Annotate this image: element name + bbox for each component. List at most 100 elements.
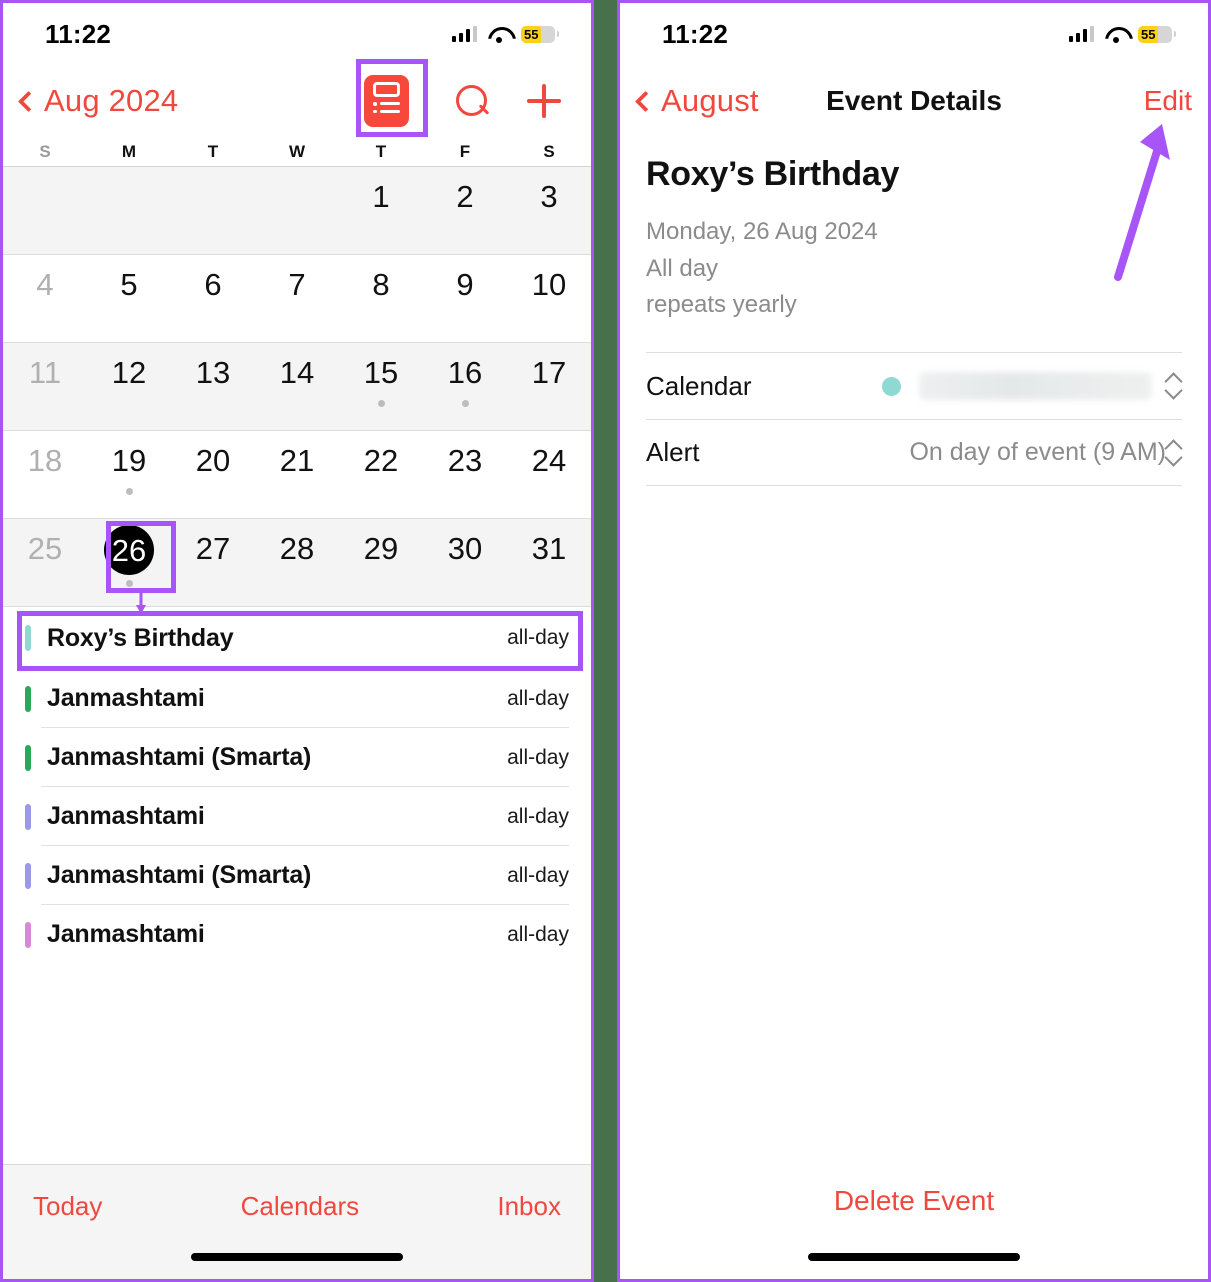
calendar-day-12[interactable]: 12 — [87, 343, 171, 431]
calendar-day-29[interactable]: 29 — [339, 519, 423, 607]
day-number: 31 — [531, 531, 567, 566]
calendar-day-4[interactable]: 4 — [3, 255, 87, 343]
calendar-day-11[interactable]: 11 — [3, 343, 87, 431]
calendar-day-27[interactable]: 27 — [171, 519, 255, 607]
back-to-month-button[interactable]: Aug 2024 — [15, 83, 178, 119]
day-number: 18 — [27, 443, 63, 478]
calendar-day-empty — [255, 167, 339, 255]
edit-button[interactable]: Edit — [1144, 85, 1192, 117]
today-button[interactable]: Today — [33, 1191, 102, 1222]
calendar-day-30[interactable]: 30 — [423, 519, 507, 607]
calendar-day-10[interactable]: 10 — [507, 255, 591, 343]
calendar-day-28[interactable]: 28 — [255, 519, 339, 607]
navbar-actions — [356, 59, 569, 140]
day-number: 20 — [195, 443, 231, 478]
delete-event-button[interactable]: Delete Event — [834, 1185, 994, 1216]
calendar-day-24[interactable]: 24 — [507, 431, 591, 519]
calendar-day-25[interactable]: 25 — [3, 519, 87, 607]
event-time: all-day — [507, 686, 569, 710]
day-number: 21 — [279, 443, 315, 478]
event-date: Monday, 26 Aug 2024 — [646, 218, 878, 245]
detail-row-alert[interactable]: Alert On day of event (9 AM) — [646, 419, 1182, 487]
status-time: 11:22 — [662, 18, 729, 49]
event-indicator-dot — [125, 488, 133, 495]
calendar-day-3[interactable]: 3 — [507, 167, 591, 255]
event-list-item[interactable]: Janmashtami (Smarta) all-day — [3, 846, 591, 905]
calendar-day-21[interactable]: 21 — [255, 431, 339, 519]
status-time: 11:22 — [45, 18, 112, 49]
day-number: 10 — [531, 267, 567, 302]
event-list-item[interactable]: Janmashtami (Smarta) all-day — [3, 728, 591, 787]
list-view-toggle[interactable] — [356, 59, 428, 140]
event-title: Roxy’s Birthday — [47, 623, 234, 652]
day-number: 4 — [36, 267, 54, 302]
detail-row-label: Alert — [646, 437, 700, 468]
day-number: 23 — [447, 443, 483, 478]
calendar-color-dot — [881, 376, 901, 396]
status-indicators: 55 — [1068, 25, 1176, 43]
calendar-day-23[interactable]: 23 — [423, 431, 507, 519]
weekday-label-5: F — [459, 141, 471, 161]
calendar-day-5[interactable]: 5 — [87, 255, 171, 343]
list-view-icon-header — [373, 82, 400, 97]
event-repeat: repeats yearly — [646, 291, 797, 319]
calendar-day-20[interactable]: 20 — [171, 431, 255, 519]
chevron-updown-icon[interactable] — [1166, 373, 1182, 399]
battery-icon: 55 — [521, 25, 559, 43]
weekday-label-6: S — [543, 141, 555, 161]
calendar-day-16[interactable]: 16 — [423, 343, 507, 431]
calendar-day-19[interactable]: 19 — [87, 431, 171, 519]
day-number: 7 — [288, 267, 306, 302]
calendar-day-31[interactable]: 31 — [507, 519, 591, 607]
calendar-day-2[interactable]: 2 — [423, 167, 507, 255]
home-indicator[interactable] — [191, 1253, 403, 1261]
calendar-day-1[interactable]: 1 — [339, 167, 423, 255]
list-view-icon — [364, 75, 409, 127]
detail-row-label: Calendar — [646, 370, 752, 401]
event-time: all-day — [507, 922, 569, 946]
event-time: all-day — [507, 863, 569, 887]
event-details-body: Roxy’s Birthday Monday, 26 Aug 2024 All … — [620, 137, 1208, 487]
detail-row-calendar[interactable]: Calendar — [646, 352, 1182, 419]
calendars-button[interactable]: Calendars — [241, 1191, 360, 1222]
weekday-label-0: S — [39, 141, 51, 161]
cellular-signal-icon — [451, 26, 477, 42]
back-label: August — [661, 83, 759, 118]
calendar-day-18[interactable]: 18 — [3, 431, 87, 519]
event-color-bar — [25, 862, 31, 889]
calendar-day-14[interactable]: 14 — [255, 343, 339, 431]
event-title: Janmashtami — [47, 802, 205, 830]
battery-percent: 55 — [524, 26, 539, 42]
event-color-bar — [25, 625, 31, 651]
day-number: 11 — [28, 355, 62, 390]
home-indicator[interactable] — [808, 1253, 1020, 1261]
day-number: 28 — [279, 531, 315, 566]
calendar-day-22[interactable]: 22 — [339, 431, 423, 519]
day-number: 27 — [195, 531, 231, 566]
chevron-updown-icon[interactable] — [1166, 440, 1182, 466]
event-list-item[interactable]: Janmashtami all-day — [3, 669, 591, 728]
calendar-day-7[interactable]: 7 — [255, 255, 339, 343]
calendar-day-13[interactable]: 13 — [171, 343, 255, 431]
calendar-day-6[interactable]: 6 — [171, 255, 255, 343]
event-list-item[interactable]: Janmashtami all-day — [3, 787, 591, 846]
search-icon[interactable] — [455, 84, 489, 118]
event-list-item[interactable]: Janmashtami all-day — [3, 905, 591, 964]
back-to-august-button[interactable]: August — [632, 83, 759, 119]
weekday-header: SMTWTFS — [3, 137, 591, 167]
calendar-day-26[interactable]: 26 — [87, 519, 171, 607]
event-indicator-dot — [377, 400, 385, 407]
event-list-item[interactable]: Roxy’s Birthday all-day — [3, 607, 591, 669]
calendar-day-8[interactable]: 8 — [339, 255, 423, 343]
chevron-left-icon — [634, 90, 657, 112]
plus-icon[interactable] — [527, 84, 561, 118]
calendar-day-15[interactable]: 15 — [339, 343, 423, 431]
event-title: Janmashtami (Smarta) — [47, 743, 312, 771]
inbox-button[interactable]: Inbox — [497, 1191, 561, 1222]
day-number: 25 — [27, 531, 63, 566]
day-number: 19 — [111, 443, 147, 478]
calendar-day-17[interactable]: 17 — [507, 343, 591, 431]
event-color-bar — [25, 803, 31, 830]
calendar-day-9[interactable]: 9 — [423, 255, 507, 343]
event-detail-rows: Calendar Alert On day of event (9 AM) — [646, 352, 1182, 487]
